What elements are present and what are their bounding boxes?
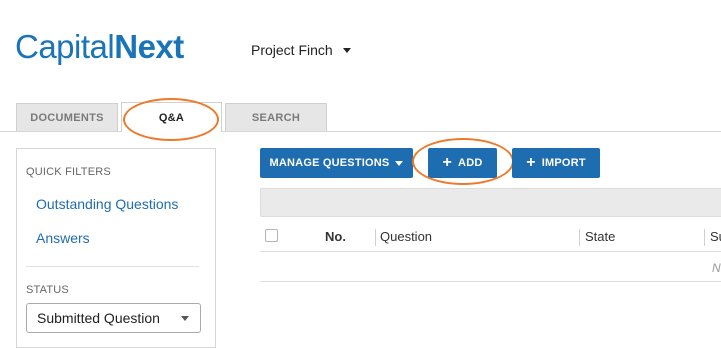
column-header-submitted[interactable]: Su	[710, 229, 721, 244]
manage-questions-button[interactable]: MANAGE QUESTIONS	[260, 148, 413, 178]
chevron-down-icon	[342, 47, 351, 53]
logo-text-next: Next	[114, 28, 184, 65]
tab-qa-label: Q&A	[158, 111, 185, 124]
sidebar-divider	[26, 266, 199, 267]
status-select[interactable]: Submitted Question	[26, 303, 201, 333]
column-header-state[interactable]: State	[585, 229, 615, 244]
tab-documents-label: DOCUMENTS	[30, 111, 104, 124]
capitalnext-logo: CapitalNext	[15, 27, 184, 67]
column-header-number[interactable]: No.	[325, 229, 346, 244]
select-all-checkbox[interactable]	[265, 229, 278, 242]
import-label: IMPORT	[541, 157, 586, 169]
project-selector[interactable]: Project Finch	[251, 42, 351, 58]
filter-link-outstanding-questions[interactable]: Outstanding Questions	[36, 196, 178, 212]
manage-questions-label: MANAGE QUESTIONS	[269, 157, 390, 169]
logo-text-capital: Capital	[15, 28, 115, 65]
status-select-value: Submitted Question	[37, 310, 160, 326]
column-separator	[375, 229, 376, 246]
table-bottom-divider	[260, 281, 721, 282]
table-empty-message: N	[712, 261, 721, 275]
filter-link-answers[interactable]: Answers	[36, 230, 90, 246]
plus-icon: +	[526, 153, 536, 171]
chevron-down-icon	[395, 160, 404, 166]
tab-search[interactable]: SEARCH	[225, 103, 327, 131]
tabbar-divider	[0, 131, 721, 132]
status-heading: STATUS	[26, 284, 69, 296]
table-header-divider	[260, 251, 721, 252]
add-label: ADD	[458, 157, 483, 169]
add-question-button[interactable]: + ADD	[428, 148, 497, 178]
filter-bar	[260, 188, 721, 217]
import-button[interactable]: + IMPORT	[512, 148, 600, 178]
tab-documents[interactable]: DOCUMENTS	[16, 103, 118, 131]
column-separator	[704, 229, 705, 246]
plus-icon: +	[442, 153, 453, 171]
column-header-question[interactable]: Question	[380, 229, 432, 244]
project-name: Project Finch	[251, 42, 333, 58]
column-separator	[579, 229, 580, 246]
tab-qa[interactable]: Q&A	[121, 102, 222, 132]
quick-filters-heading: QUICK FILTERS	[26, 166, 111, 178]
tab-search-label: SEARCH	[251, 111, 301, 124]
chevron-down-icon	[181, 316, 189, 321]
